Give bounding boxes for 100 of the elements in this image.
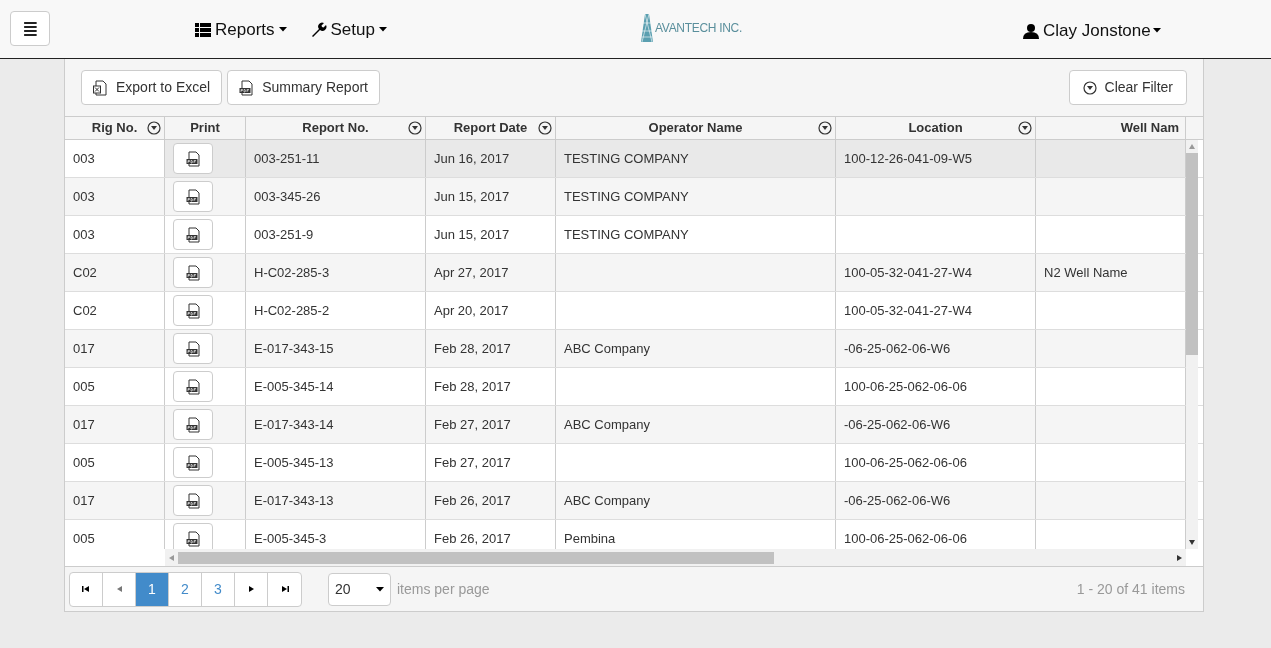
- table-cell: TESTING COMPANY: [556, 140, 836, 177]
- page-button[interactable]: 1: [136, 572, 169, 606]
- horizontal-scrollbar[interactable]: [165, 549, 1186, 566]
- clear-filter-button[interactable]: Clear Filter: [1068, 70, 1187, 105]
- print-pdf-button[interactable]: [173, 371, 213, 402]
- column-header-label: Rig No.: [91, 119, 138, 138]
- spreadsheet-file-icon: [93, 79, 107, 96]
- column-header-label: Well Nam: [1120, 119, 1179, 138]
- pdf-file-icon: [186, 188, 200, 205]
- tower-logo-icon: [640, 13, 654, 43]
- table-cell: Feb 26, 2017: [426, 482, 556, 519]
- column-header[interactable]: Report No.: [246, 117, 426, 139]
- next-page-icon: [248, 586, 254, 592]
- table-cell: 003-251-11: [246, 140, 426, 177]
- print-pdf-button[interactable]: [173, 523, 213, 549]
- user-icon: [1023, 22, 1039, 39]
- print-pdf-button[interactable]: [173, 295, 213, 326]
- filter-icon[interactable]: [538, 121, 552, 135]
- menu-button[interactable]: ≣: [10, 11, 50, 46]
- vertical-scrollbar[interactable]: [1186, 140, 1198, 549]
- table-cell: C02: [65, 254, 165, 291]
- print-pdf-button[interactable]: [173, 333, 213, 364]
- table-cell: Apr 27, 2017: [426, 254, 556, 291]
- caret-icon: [1152, 28, 1161, 34]
- caret-icon: [278, 27, 287, 33]
- caret-icon: [376, 586, 384, 592]
- table-cell: Jun 15, 2017: [426, 178, 556, 215]
- table-cell: 100-12-26-041-09-W5: [836, 140, 1036, 177]
- table-cell: -06-25-062-06-W6: [836, 330, 1036, 367]
- column-header[interactable]: Location: [836, 117, 1036, 139]
- table-cell: -06-25-062-06-W6: [836, 482, 1036, 519]
- column-header-label: Location: [908, 119, 963, 138]
- table-cell: TESTING COMPANY: [556, 178, 836, 215]
- pdf-file-icon: [186, 226, 200, 243]
- pdf-file-icon: [239, 79, 254, 96]
- filter-icon[interactable]: [818, 121, 832, 135]
- print-pdf-button[interactable]: [173, 219, 213, 250]
- column-header[interactable]: Report Date: [426, 117, 556, 139]
- pdf-file-icon: [186, 416, 200, 433]
- print-pdf-button[interactable]: [173, 181, 213, 212]
- logo-text: AVANTECH INC.: [655, 20, 742, 37]
- pdf-file-icon: [186, 264, 200, 281]
- previous-page-icon: [116, 586, 122, 592]
- table-cell: 003: [65, 178, 165, 215]
- caret-icon: [378, 27, 387, 33]
- table-cell: 003-345-26: [246, 178, 426, 215]
- print-pdf-button[interactable]: [173, 257, 213, 288]
- print-pdf-button[interactable]: [173, 447, 213, 478]
- pdf-file-icon: [186, 340, 200, 357]
- column-header[interactable]: Print: [165, 117, 246, 139]
- nav-menu[interactable]: Setup: [310, 17, 387, 43]
- user-menu[interactable]: Clay Jonstone: [1023, 18, 1161, 44]
- table-cell: Feb 28, 2017: [426, 330, 556, 367]
- print-pdf-button[interactable]: [173, 485, 213, 516]
- table-cell: Feb 27, 2017: [426, 406, 556, 443]
- list-icon: [195, 22, 211, 37]
- table-cell: Jun 16, 2017: [426, 140, 556, 177]
- table-cell: E-017-343-15: [246, 330, 426, 367]
- table-cell: -06-25-062-06-W6: [836, 406, 1036, 443]
- print-pdf-button[interactable]: [173, 143, 213, 174]
- page-size-label: items per page: [397, 579, 490, 599]
- page-size-dropdown[interactable]: 20: [328, 572, 391, 606]
- column-header-label: Print: [190, 119, 220, 138]
- pager-summary: 1 - 20 of 41 items: [1076, 579, 1185, 599]
- column-header[interactable]: Well Nam: [1036, 117, 1186, 139]
- table-cell: ABC Company: [556, 406, 836, 443]
- table-cell: N2 Well Name: [1036, 254, 1186, 291]
- table-cell: E-017-343-14: [246, 406, 426, 443]
- column-header-label: Report No.: [302, 119, 369, 138]
- filter-icon[interactable]: [1018, 121, 1032, 135]
- column-header[interactable]: Operator Name: [556, 117, 836, 139]
- table-cell: 017: [65, 482, 165, 519]
- table-cell: E-017-343-13: [246, 482, 426, 519]
- column-header-label: Report Date: [453, 119, 528, 138]
- table-cell: 017: [65, 406, 165, 443]
- filter-icon[interactable]: [147, 121, 161, 135]
- pdf-file-icon: [186, 454, 200, 471]
- pdf-file-icon: [186, 150, 200, 167]
- last-page-icon: [280, 585, 289, 593]
- scroll-down-icon[interactable]: [1189, 540, 1195, 545]
- filter-icon: [1082, 80, 1097, 95]
- table-cell: 017: [65, 330, 165, 367]
- column-header-label: Operator Name: [648, 119, 743, 138]
- table-cell: ABC Company: [556, 330, 836, 367]
- pdf-file-icon: [186, 530, 200, 547]
- toolbar-button[interactable]: Export to Excel: [81, 70, 223, 105]
- print-pdf-button[interactable]: [173, 409, 213, 440]
- table-cell: H-C02-285-3: [246, 254, 426, 291]
- pdf-file-icon: [186, 492, 200, 509]
- scroll-right-icon[interactable]: [1177, 554, 1182, 561]
- pdf-file-icon: [186, 378, 200, 395]
- wrench-icon: [310, 21, 327, 38]
- nav-menu[interactable]: Reports: [195, 17, 287, 43]
- column-header[interactable]: Rig No.: [65, 117, 165, 139]
- table-cell: ABC Company: [556, 482, 836, 519]
- pdf-file-icon: [186, 302, 200, 319]
- toolbar-button[interactable]: Summary Report: [227, 70, 380, 105]
- table-cell: 100-05-32-041-27-W4: [836, 254, 1036, 291]
- first-page-icon: [82, 585, 90, 593]
- filter-icon[interactable]: [408, 121, 422, 135]
